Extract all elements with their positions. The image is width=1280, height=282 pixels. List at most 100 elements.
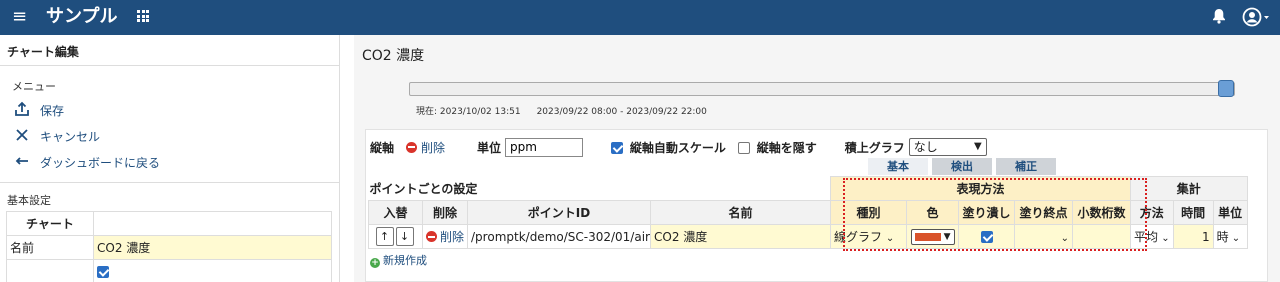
top-bar: ≡ サンプル: [0, 0, 1280, 35]
col-method: 方法: [1130, 200, 1174, 225]
time-input[interactable]: 1: [1172, 224, 1214, 249]
back-to-dashboard-menu-item[interactable]: ダッシュボードに戻る: [14, 153, 160, 172]
cancel-menu-item[interactable]: キャンセル: [14, 127, 100, 146]
points-section-title: ポイントごとの設定: [368, 176, 831, 201]
tab-correct[interactable]: 補正: [996, 158, 1056, 175]
aggregate-group-header: 集計: [1130, 176, 1248, 201]
fill-checkbox[interactable]: [980, 230, 993, 243]
apps-grid-icon[interactable]: [137, 10, 149, 22]
current-time: 現在: 2023/10/02 13:51: [416, 107, 521, 117]
chevron-down-icon: ⌄: [1060, 232, 1070, 244]
panel-heading: チャート編集: [7, 45, 79, 59]
move-down-button[interactable]: ↓: [395, 227, 414, 246]
slider-handle[interactable]: [1218, 80, 1234, 97]
hide-axis-label: 縦軸を隠す: [756, 140, 817, 155]
stack-graph-value: なし: [913, 140, 938, 154]
new-point-button[interactable]: + 新規作成: [370, 252, 427, 268]
app-title: サンプル: [46, 6, 118, 27]
unit-label: 単位: [477, 140, 502, 155]
axis-settings-card: 縦軸 削除 単位 縦軸自動スケール 縦軸を隠す 積上グラフ なし ▼ 基本 検出 …: [365, 129, 1268, 282]
checkbox-cell: [93, 259, 332, 282]
type-value: 線グラフ: [834, 230, 883, 244]
axis-label: 縦軸: [370, 140, 395, 155]
left-panel: チャート編集 メニュー 保存 キャンセル ダッシュボードに戻る 基本設定 チャー…: [0, 35, 340, 282]
menu-heading: メニュー: [12, 80, 56, 93]
delete-point-button[interactable]: 削除: [426, 230, 464, 244]
fill-cell: [958, 224, 1016, 249]
col-fill: 塗り潰し: [958, 200, 1016, 225]
header-empty-cell: [93, 211, 332, 236]
stack-graph-select[interactable]: なし ▼: [908, 138, 987, 156]
hide-axis-checkbox[interactable]: [737, 141, 750, 154]
color-picker[interactable]: ▼: [910, 228, 955, 245]
table-row: ↑↓ 削除 /promptk/demo/SC-302/01/airQua CO2…: [368, 224, 1248, 249]
page-title: CO2 濃度: [362, 48, 425, 64]
chevron-down-icon: ▼: [974, 141, 982, 152]
basic-settings-table: チャート 名前 CO2 濃度: [6, 211, 332, 282]
empty-label: [6, 259, 94, 282]
back-label: ダッシュボードに戻る: [40, 156, 161, 170]
autoscale-checkbox[interactable]: [611, 141, 624, 154]
col-fill-end: 塗り終点: [1014, 200, 1074, 225]
col-point-id: ポイントID: [467, 200, 652, 225]
points-table: ポイントごとの設定 表現方法 集計 入替 削除 ポイントID 名前 種別 色 塗…: [368, 176, 1248, 249]
divider: [0, 65, 340, 66]
fill-end-select[interactable]: ⌄: [1014, 224, 1074, 249]
delete-axis-button[interactable]: 削除: [406, 139, 445, 156]
time-range: 2023/09/22 08:00 - 2023/09/22 22:00: [536, 107, 707, 117]
chevron-down-icon: ⌄: [1158, 233, 1170, 244]
save-menu-item[interactable]: 保存: [14, 101, 64, 120]
main-panel: CO2 濃度 現在: 2023/10/02 13:51 2023/09/22 08…: [354, 35, 1280, 282]
tab-detect[interactable]: 検出: [932, 158, 992, 175]
method-select[interactable]: 平均 ⌄: [1130, 224, 1174, 249]
col-delete: 削除: [421, 200, 469, 225]
user-account-icon[interactable]: [1242, 7, 1270, 30]
name-label: 名前: [6, 235, 94, 260]
display-group-header: 表現方法: [830, 176, 1132, 201]
plus-icon: +: [370, 258, 380, 268]
chevron-down-icon: ⌄: [1228, 233, 1241, 244]
delete-cell: 削除: [421, 224, 469, 249]
col-type: 種別: [830, 200, 908, 225]
col-name: 名前: [650, 200, 832, 225]
hide-axis-option[interactable]: 縦軸を隠す: [737, 139, 817, 156]
unit-value: 時: [1216, 230, 1229, 244]
delete-axis-label: 削除: [421, 140, 446, 155]
chevron-down-icon: ⌄: [885, 233, 895, 244]
chart-header: チャート: [6, 211, 94, 236]
back-arrow-icon: [14, 153, 32, 172]
time-range-slider[interactable]: [409, 82, 1235, 96]
upload-icon: [14, 101, 32, 120]
tab-basic[interactable]: 基本: [868, 158, 928, 175]
decimals-input[interactable]: [1072, 224, 1132, 249]
close-icon: [14, 127, 32, 146]
stack-graph-label: 積上グラフ: [844, 140, 905, 155]
col-time: 時間: [1172, 200, 1214, 225]
time-info: 現在: 2023/10/02 13:51 2023/09/22 08:00 - 2…: [416, 104, 707, 117]
hamburger-menu-icon[interactable]: ≡: [12, 7, 27, 27]
settings-tabs: 基本 検出 補正: [868, 158, 1060, 175]
col-decimals: 小数桁数: [1072, 200, 1132, 225]
chart-name-input[interactable]: CO2 濃度: [93, 235, 332, 260]
color-cell: ▼: [906, 224, 960, 249]
option-checkbox[interactable]: [97, 265, 109, 278]
save-label: 保存: [40, 104, 65, 118]
swap-cell: ↑ ↓: [368, 224, 423, 249]
bell-icon[interactable]: [1212, 8, 1226, 27]
delete-icon: [426, 231, 437, 242]
cancel-label: キャンセル: [40, 130, 101, 144]
move-up-button[interactable]: ↑: [375, 227, 394, 246]
delete-icon: [406, 141, 418, 153]
unit-select[interactable]: 時 ⌄: [1212, 224, 1248, 249]
autoscale-option[interactable]: 縦軸自動スケール: [611, 139, 726, 156]
method-value: 平均: [1134, 230, 1159, 244]
type-select[interactable]: 線グラフ ⌄: [830, 224, 908, 249]
color-swatch: [914, 232, 941, 241]
point-name-input[interactable]: CO2 濃度: [650, 224, 832, 249]
point-id-cell[interactable]: /promptk/demo/SC-302/01/airQua: [467, 224, 652, 249]
chevron-down-icon: ▼: [943, 231, 951, 242]
autoscale-label: 縦軸自動スケール: [629, 140, 726, 155]
basic-settings-heading: 基本設定: [7, 194, 51, 207]
unit-input[interactable]: [505, 137, 584, 157]
col-unit: 単位: [1212, 200, 1248, 225]
